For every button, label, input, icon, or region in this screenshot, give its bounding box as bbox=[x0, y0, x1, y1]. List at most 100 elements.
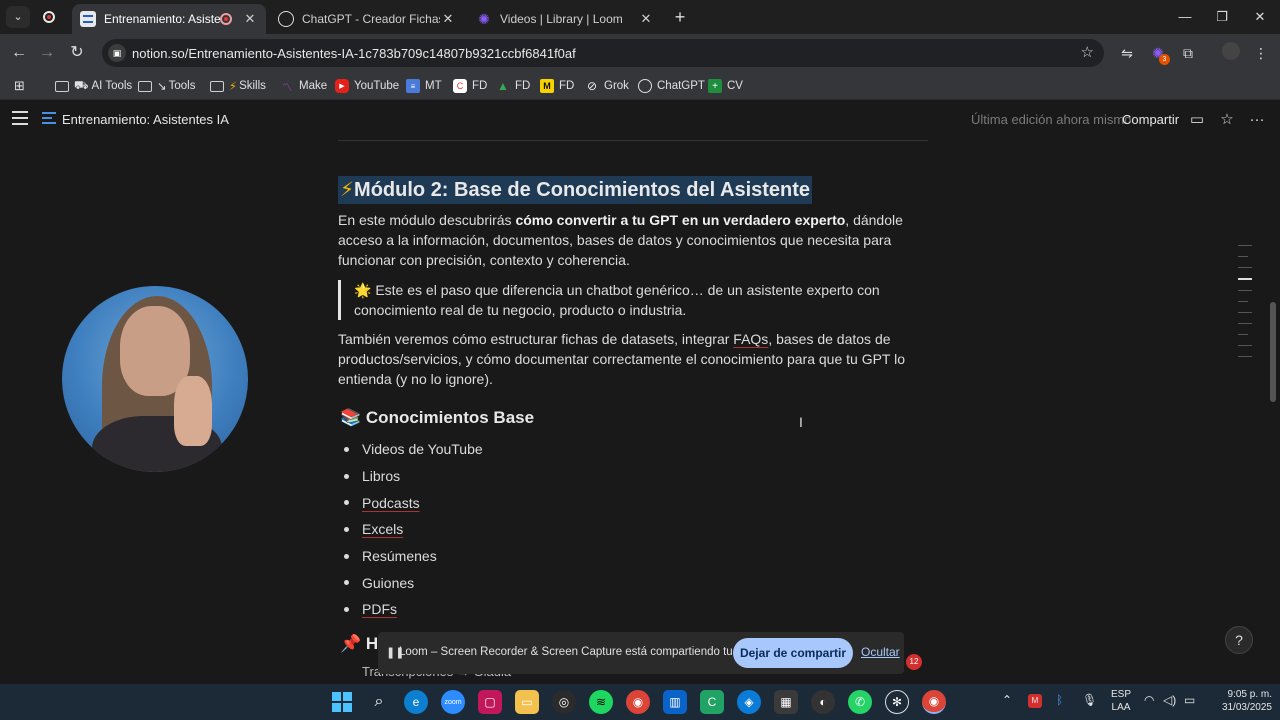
notification-badge[interactable]: 12 bbox=[906, 654, 922, 670]
apps-grid-icon[interactable]: ⊞ bbox=[14, 77, 25, 95]
list-item[interactable]: Libros bbox=[344, 463, 483, 490]
bookmark-mt[interactable]: ≡ MT bbox=[406, 77, 442, 95]
translate-icon[interactable]: ⇋ bbox=[1116, 42, 1138, 64]
volume-icon[interactable]: ◁) bbox=[1163, 694, 1176, 707]
tray-overflow-icon[interactable]: ⌃ bbox=[1002, 694, 1012, 707]
language-indicator[interactable]: ESP LAA bbox=[1106, 688, 1136, 714]
whatsapp-icon[interactable]: ✆ bbox=[848, 690, 872, 714]
module-heading[interactable]: ⚡Módulo 2: Base de Conocimientos del Asi… bbox=[338, 176, 813, 204]
tab-title: Videos | Library | Loom bbox=[500, 12, 623, 26]
clock[interactable]: 9:05 p. m. 31/03/2025 bbox=[1208, 688, 1272, 714]
bookmark-fd-2[interactable]: ▲ FD bbox=[496, 77, 530, 95]
intro-paragraph[interactable]: En este módulo descubrirás cómo converti… bbox=[338, 210, 928, 270]
divider bbox=[338, 140, 928, 141]
tab-loom[interactable]: ✺ Videos | Library | Loom ✕ bbox=[468, 4, 662, 34]
edge-icon[interactable]: e bbox=[404, 690, 428, 714]
minimize-button[interactable]: — bbox=[1169, 6, 1201, 28]
spotify-icon[interactable]: ≋ bbox=[589, 690, 613, 714]
reload-button[interactable]: ↻ bbox=[66, 42, 88, 64]
chrome-icon[interactable]: ◉ bbox=[626, 690, 650, 714]
store-icon[interactable]: ▥ bbox=[663, 690, 687, 714]
battery-icon[interactable]: ▭ bbox=[1184, 694, 1195, 707]
file-explorer-icon[interactable]: ▭ bbox=[515, 690, 539, 714]
folder-icon bbox=[55, 80, 69, 92]
hide-link[interactable]: Ocultar bbox=[861, 645, 900, 659]
bookmark-skills[interactable]: ⚡ Skills bbox=[210, 77, 266, 95]
bookmark-grok[interactable]: ⊘ Grok bbox=[585, 77, 629, 95]
browser-toolbar: ← → ↻ ▣ notion.so/Entrenamiento-Asistent… bbox=[0, 34, 1280, 72]
new-tab-button[interactable]: + bbox=[670, 6, 690, 28]
help-button[interactable]: ? bbox=[1225, 626, 1253, 654]
google-drive-icon: ▲ bbox=[497, 79, 509, 93]
bookmark-fd-1[interactable]: C FD bbox=[453, 77, 487, 95]
wifi-icon[interactable]: ◠ bbox=[1144, 694, 1154, 707]
bookmark-chatgpt[interactable]: ChatGPT bbox=[638, 77, 705, 95]
pin-icon: 📌 bbox=[340, 634, 362, 653]
tab-notion[interactable]: Entrenamiento: Asistentes I ✕ bbox=[72, 4, 266, 34]
bookmark-ai-tools[interactable]: ⛟ AI Tools bbox=[55, 77, 132, 95]
chatgpt-app-icon[interactable]: ✻ bbox=[885, 690, 909, 714]
profile-avatar[interactable] bbox=[1220, 42, 1242, 64]
more-options-icon[interactable]: ··· bbox=[1247, 110, 1267, 130]
close-tab-icon[interactable]: ✕ bbox=[440, 11, 456, 27]
list-item[interactable]: Excels bbox=[344, 516, 483, 543]
browser-menu-icon[interactable]: ⋮ bbox=[1250, 42, 1272, 64]
tray-app-icon[interactable]: M bbox=[1028, 694, 1042, 708]
close-window-button[interactable]: ✕ bbox=[1244, 6, 1276, 28]
callout-quote[interactable]: 🌟 Este es el paso que diferencia un chat… bbox=[338, 280, 898, 320]
comments-icon[interactable]: ▭ bbox=[1187, 110, 1207, 130]
extension-icon[interactable]: ✺ 3 bbox=[1147, 42, 1170, 65]
faqs-link[interactable]: FAQs bbox=[733, 331, 768, 347]
bookmark-tools[interactable]: ↘ Tools bbox=[138, 77, 196, 95]
calculator-icon[interactable]: ▦ bbox=[774, 690, 798, 714]
tab-search-button[interactable]: ⌄ bbox=[6, 6, 30, 28]
tab-chatgpt[interactable]: ChatGPT - Creador Fichas Técni ✕ bbox=[270, 4, 464, 34]
list-item[interactable]: Guiones bbox=[344, 569, 483, 596]
back-button[interactable]: ← bbox=[8, 42, 30, 64]
address-bar[interactable]: ▣ notion.so/Entrenamiento-Asistentes-IA-… bbox=[102, 39, 1104, 67]
stop-sharing-button[interactable]: Dejar de compartir bbox=[733, 638, 853, 668]
knowledge-base-heading[interactable]: 📚 Conocimientos Base bbox=[340, 408, 534, 428]
page-icon bbox=[42, 112, 56, 126]
knowledge-list: Videos de YouTube Libros Podcasts Excels… bbox=[344, 436, 483, 623]
share-button[interactable]: Compartir bbox=[1122, 112, 1179, 127]
sidebar-toggle-icon[interactable] bbox=[12, 111, 28, 125]
bookmark-cv[interactable]: + CV bbox=[708, 77, 743, 95]
list-item[interactable]: Videos de YouTube bbox=[344, 436, 483, 463]
bookmark-youtube[interactable]: ▶ YouTube bbox=[335, 77, 399, 95]
scrollbar-thumb[interactable] bbox=[1270, 302, 1276, 402]
podcasts-link[interactable]: Podcasts bbox=[362, 495, 420, 511]
zoom-icon[interactable]: zoom bbox=[441, 690, 465, 714]
page-outline[interactable] bbox=[1238, 245, 1252, 367]
bookmark-fd-3[interactable]: M FD bbox=[540, 77, 574, 95]
extensions-puzzle-icon[interactable]: ⧉ bbox=[1177, 42, 1199, 64]
webcam-bubble[interactable] bbox=[62, 286, 248, 472]
list-item[interactable]: PDFs bbox=[344, 596, 483, 623]
chrome-beta-icon[interactable]: ◎ bbox=[552, 690, 576, 714]
list-item[interactable]: Podcasts bbox=[344, 489, 483, 516]
camtasia-icon[interactable]: C bbox=[700, 690, 724, 714]
site-info-icon[interactable]: ▣ bbox=[108, 44, 126, 62]
docker-icon[interactable]: ◈ bbox=[737, 690, 761, 714]
maximize-button[interactable]: ❐ bbox=[1206, 6, 1238, 28]
search-icon[interactable]: ⌕ bbox=[367, 690, 391, 714]
bluetooth-icon[interactable]: ᛒ bbox=[1056, 694, 1063, 707]
datasets-paragraph[interactable]: También veremos cómo estructurar fichas … bbox=[338, 329, 928, 389]
pdfs-link[interactable]: PDFs bbox=[362, 601, 397, 617]
next-heading[interactable]: 📌 H bbox=[340, 634, 378, 654]
close-tab-icon[interactable]: ✕ bbox=[638, 11, 654, 27]
close-tab-icon[interactable]: ✕ bbox=[242, 11, 258, 27]
page-breadcrumb[interactable]: Entrenamiento: Asistentes IA bbox=[62, 112, 229, 127]
app-icon[interactable]: ▢ bbox=[478, 690, 502, 714]
forward-button[interactable]: → bbox=[36, 42, 58, 64]
start-icon[interactable] bbox=[330, 690, 354, 714]
list-item[interactable]: Resúmenes bbox=[344, 543, 483, 570]
scrollbar[interactable] bbox=[1270, 140, 1278, 684]
bookmark-make[interactable]: 〽 Make bbox=[280, 77, 327, 95]
excels-link[interactable]: Excels bbox=[362, 521, 403, 537]
obs-icon[interactable]: ◐ bbox=[811, 690, 835, 714]
bookmark-star-icon[interactable]: ☆ bbox=[1081, 43, 1094, 61]
microphone-icon[interactable]: 🎙 bbox=[1082, 694, 1097, 707]
favorite-star-icon[interactable]: ☆ bbox=[1217, 110, 1237, 130]
chrome-active-icon[interactable]: ◉ bbox=[922, 690, 946, 714]
